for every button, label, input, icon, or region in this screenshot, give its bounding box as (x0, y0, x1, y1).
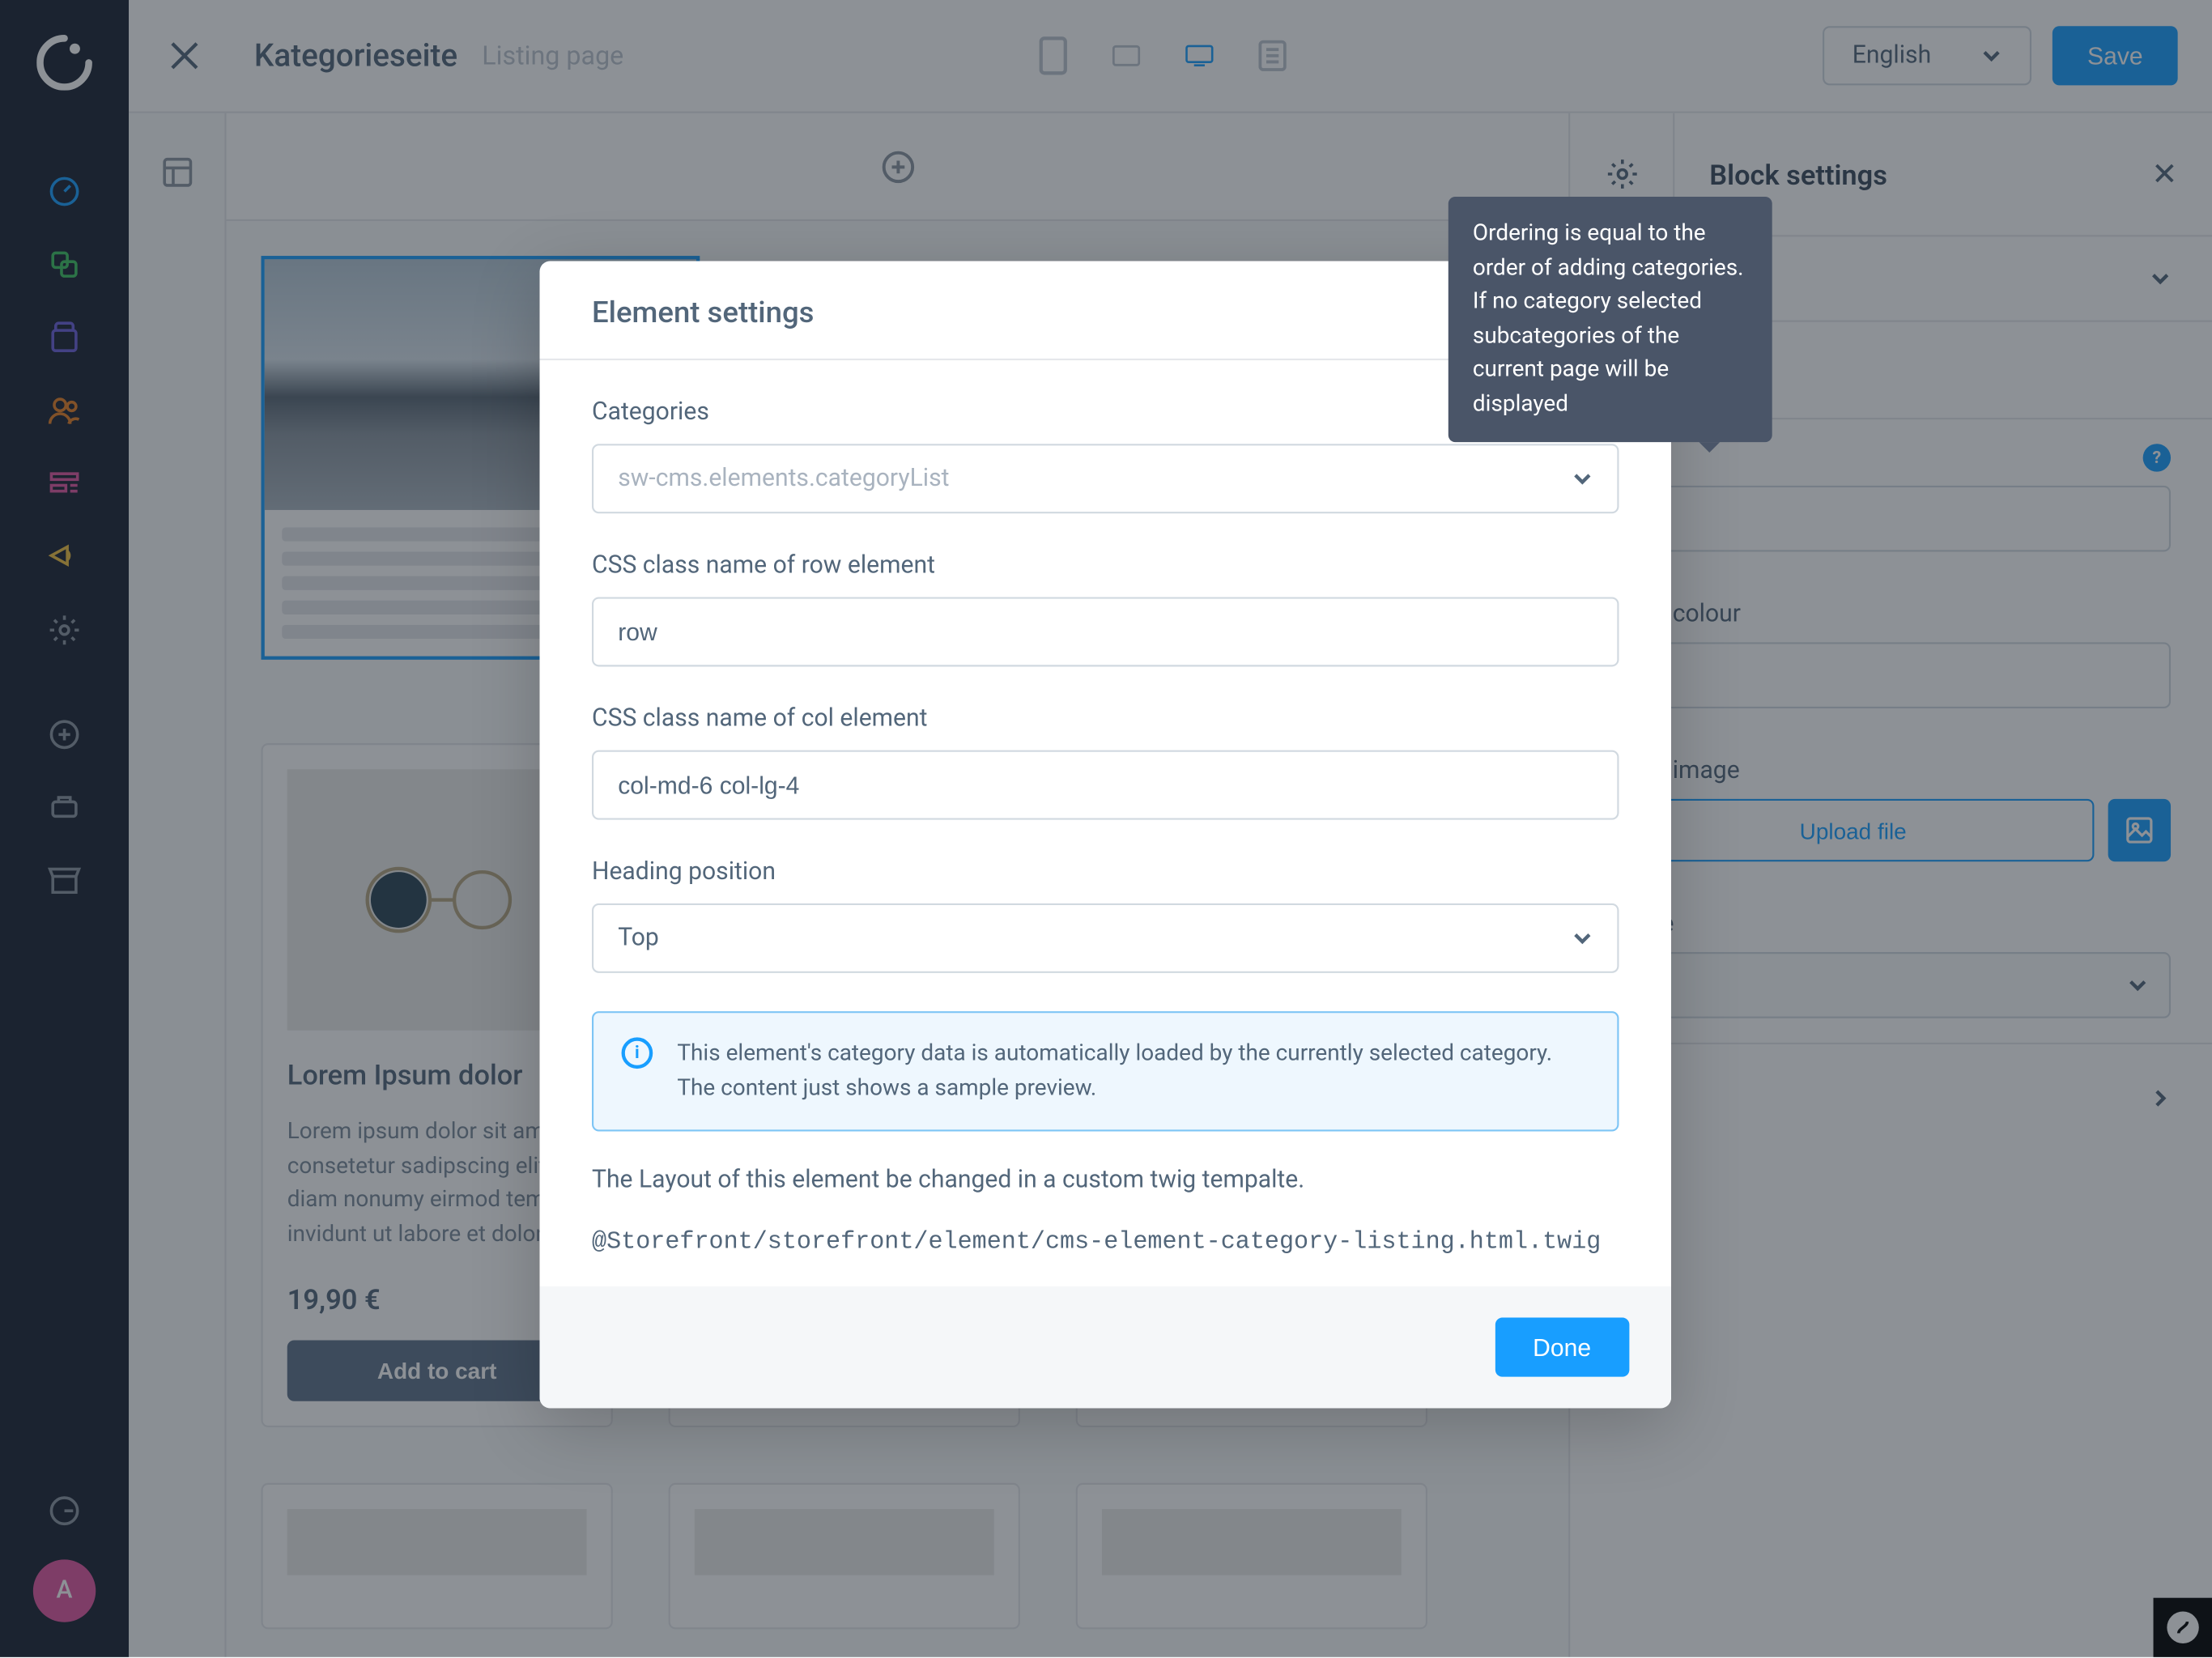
heading-position-select[interactable]: Top (592, 903, 1619, 973)
layout-note: The Layout of this element be changed in… (592, 1163, 1619, 1199)
categories-select[interactable]: sw-cms.elements.categoryList (592, 444, 1619, 513)
row-class-input[interactable] (592, 597, 1619, 666)
col-class-input[interactable] (592, 750, 1619, 820)
chevron-down-icon (1572, 928, 1593, 949)
heading-position-value: Top (618, 925, 659, 952)
categories-label: Categories (592, 398, 709, 426)
info-text: This element's category data is automati… (677, 1037, 1589, 1105)
info-alert: i This element's category data is automa… (592, 1011, 1619, 1131)
info-icon: i (622, 1037, 653, 1069)
twig-path: @Storefront/storefront/element/cms-eleme… (592, 1223, 1619, 1262)
done-button[interactable]: Done (1495, 1318, 1630, 1377)
row-class-label: CSS class name of row element (592, 552, 1619, 580)
categories-tooltip: Ordering is equal to the order of adding… (1448, 197, 1772, 442)
heading-position-label: Heading position (592, 858, 1619, 886)
categories-placeholder: sw-cms.elements.categoryList (618, 465, 949, 492)
col-class-label: CSS class name of col element (592, 705, 1619, 733)
chevron-down-icon (1572, 468, 1593, 489)
